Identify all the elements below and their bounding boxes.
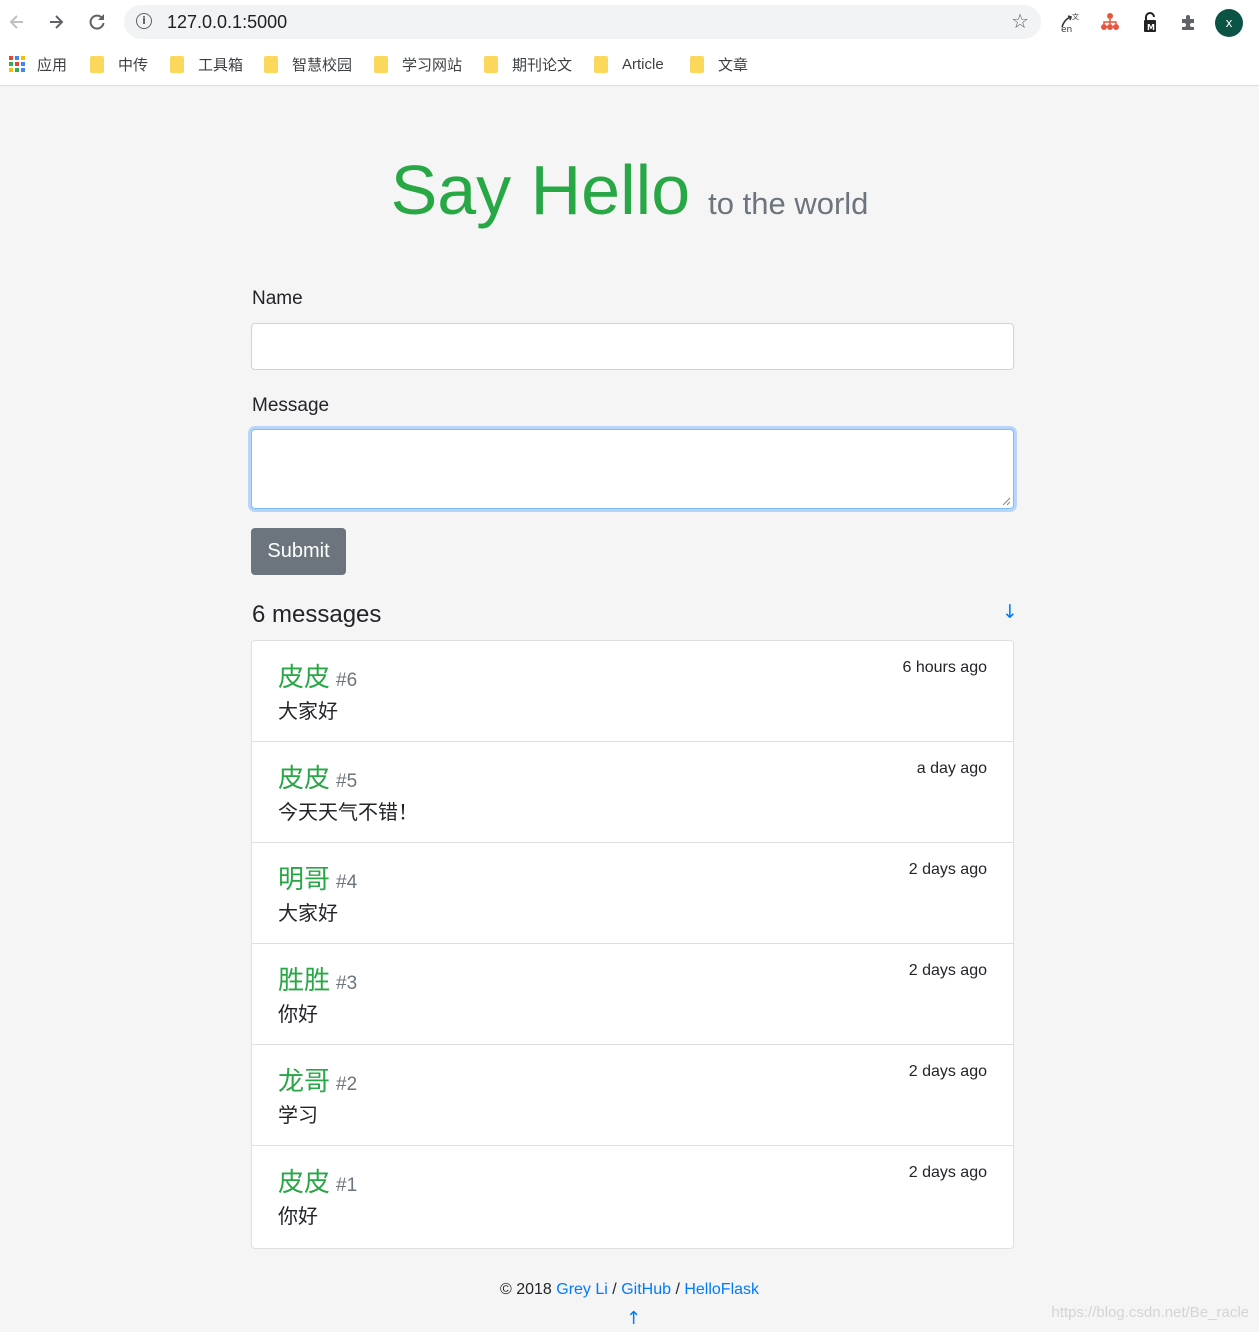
- message-item: 龙哥 #2 2 days ago 学习: [252, 1045, 1013, 1146]
- message-item: 皮皮 #1 2 days ago 你好: [252, 1146, 1013, 1247]
- reload-icon[interactable]: [83, 8, 111, 36]
- scroll-down-link[interactable]: ↓: [1002, 601, 1018, 623]
- message-author: 皮皮: [278, 763, 331, 793]
- github-link[interactable]: GitHub: [621, 1281, 671, 1298]
- submit-button[interactable]: Submit: [251, 528, 346, 575]
- bookmark-folder[interactable]: 期刊论文: [484, 54, 572, 74]
- message-author: 皮皮: [278, 662, 331, 692]
- copyright-text: © 2018: [499, 1281, 552, 1298]
- site-info-icon[interactable]: i: [136, 13, 152, 29]
- message-time: 2 days ago: [908, 1164, 987, 1181]
- message-time: 2 days ago: [908, 962, 987, 979]
- bookmark-folder[interactable]: 文章: [690, 54, 748, 74]
- name-input[interactable]: [251, 323, 1014, 370]
- folder-icon: [90, 55, 104, 73]
- message-body: 你好: [278, 1206, 318, 1228]
- message-author: 龙哥: [278, 1066, 331, 1096]
- folder-icon: [690, 55, 704, 73]
- message-time: 6 hours ago: [902, 659, 987, 676]
- message-number: #4: [336, 872, 358, 893]
- apps-grid-icon: [9, 56, 25, 72]
- message-item: 胜胜 #3 2 days ago 你好: [252, 944, 1013, 1045]
- folder-icon: [374, 55, 388, 73]
- bookmark-label: 学习网站: [402, 56, 463, 74]
- svg-text:M: M: [1147, 23, 1155, 32]
- lock-extension-icon[interactable]: M: [1138, 10, 1162, 34]
- profile-avatar[interactable]: x: [1215, 9, 1243, 37]
- bookmark-label: 文章: [718, 56, 749, 74]
- message-label: Message: [252, 395, 330, 416]
- message-item: 皮皮 #6 6 hours ago 大家好: [252, 641, 1013, 742]
- message-body: 学习: [278, 1105, 318, 1127]
- address-bar[interactable]: i 127.0.0.1:5000 ☆: [124, 5, 1041, 39]
- bookmark-folder[interactable]: 中传: [90, 54, 148, 74]
- page-title: Say Hello to the world: [0, 150, 1259, 230]
- message-body: 今天天气不错！: [278, 802, 418, 824]
- message-count: 6 messages: [252, 601, 382, 628]
- message-time: 2 days ago: [908, 861, 987, 878]
- message-time: 2 days ago: [908, 1063, 987, 1080]
- message-body: 你好: [278, 1004, 318, 1026]
- bookmark-apps[interactable]: 应用: [9, 54, 67, 74]
- bookmark-label: 工具箱: [198, 56, 244, 74]
- bookmark-label: 期刊论文: [512, 56, 573, 74]
- message-textarea[interactable]: [251, 429, 1014, 509]
- bookmark-label: 中传: [118, 56, 149, 74]
- browser-toolbar: i 127.0.0.1:5000 ☆ en 文 M x: [0, 0, 1259, 44]
- helloflask-link[interactable]: HelloFlask: [684, 1281, 759, 1298]
- name-label: Name: [252, 288, 303, 309]
- message-number: #1: [336, 1175, 358, 1196]
- message-author: 胜胜: [278, 965, 331, 995]
- title-main: Say Hello: [390, 151, 691, 229]
- message-author: 明哥: [278, 864, 331, 894]
- bookmarks-bar: 应用 中传 工具箱 智慧校园 学习网站 期刊论文 Article 文章: [0, 44, 1259, 86]
- scroll-up-link[interactable]: ↑: [626, 1308, 641, 1329]
- message-item: 明哥 #4 2 days ago 大家好: [252, 843, 1013, 944]
- bookmark-label: Article: [622, 55, 664, 73]
- author-link[interactable]: Grey Li: [556, 1281, 608, 1298]
- message-author: 皮皮: [278, 1167, 331, 1197]
- watermark-text: https://blog.csdn.net/Be_racle: [1051, 1304, 1249, 1321]
- footer: © 2018 Grey Li / GitHub / HelloFlask: [0, 1281, 1259, 1299]
- message-list: 皮皮 #6 6 hours ago 大家好 皮皮 #5 a day ago 今天天气…: [251, 640, 1014, 1249]
- folder-icon: [264, 55, 278, 73]
- bookmark-folder[interactable]: 工具箱: [170, 54, 243, 74]
- bookmark-label: 智慧校园: [292, 56, 353, 74]
- message-number: #6: [336, 670, 358, 691]
- footer-separator: /: [612, 1281, 617, 1298]
- message-number: #3: [336, 973, 358, 994]
- back-arrow-icon[interactable]: [3, 8, 31, 36]
- forward-arrow-icon[interactable]: [42, 8, 70, 36]
- svg-text:文: 文: [1072, 12, 1079, 21]
- folder-icon: [484, 55, 498, 73]
- bookmark-folder[interactable]: 学习网站: [374, 54, 462, 74]
- resize-handle-icon[interactable]: [1001, 496, 1011, 506]
- folder-icon: [170, 55, 184, 73]
- extensions-puzzle-icon[interactable]: [1177, 10, 1201, 34]
- message-item: 皮皮 #5 a day ago 今天天气不错！: [252, 742, 1013, 843]
- bookmark-label: 应用: [37, 56, 68, 74]
- message-number: #2: [336, 1074, 358, 1095]
- svg-text:en: en: [1061, 25, 1072, 33]
- folder-icon: [594, 55, 608, 73]
- footer-separator: /: [675, 1281, 680, 1298]
- bookmark-folder[interactable]: Article: [594, 54, 664, 74]
- sitemap-extension-icon[interactable]: [1098, 10, 1122, 34]
- message-body: 大家好: [278, 701, 338, 723]
- url-text: 127.0.0.1:5000: [167, 12, 288, 32]
- message-number: #5: [336, 771, 358, 792]
- bookmark-folder[interactable]: 智慧校园: [264, 54, 352, 74]
- message-time: a day ago: [916, 760, 987, 777]
- bookmark-star-icon[interactable]: ☆: [1011, 9, 1029, 33]
- message-body: 大家好: [278, 903, 338, 925]
- title-subtitle: to the world: [708, 186, 869, 221]
- translate-extension-icon[interactable]: en 文: [1058, 10, 1082, 34]
